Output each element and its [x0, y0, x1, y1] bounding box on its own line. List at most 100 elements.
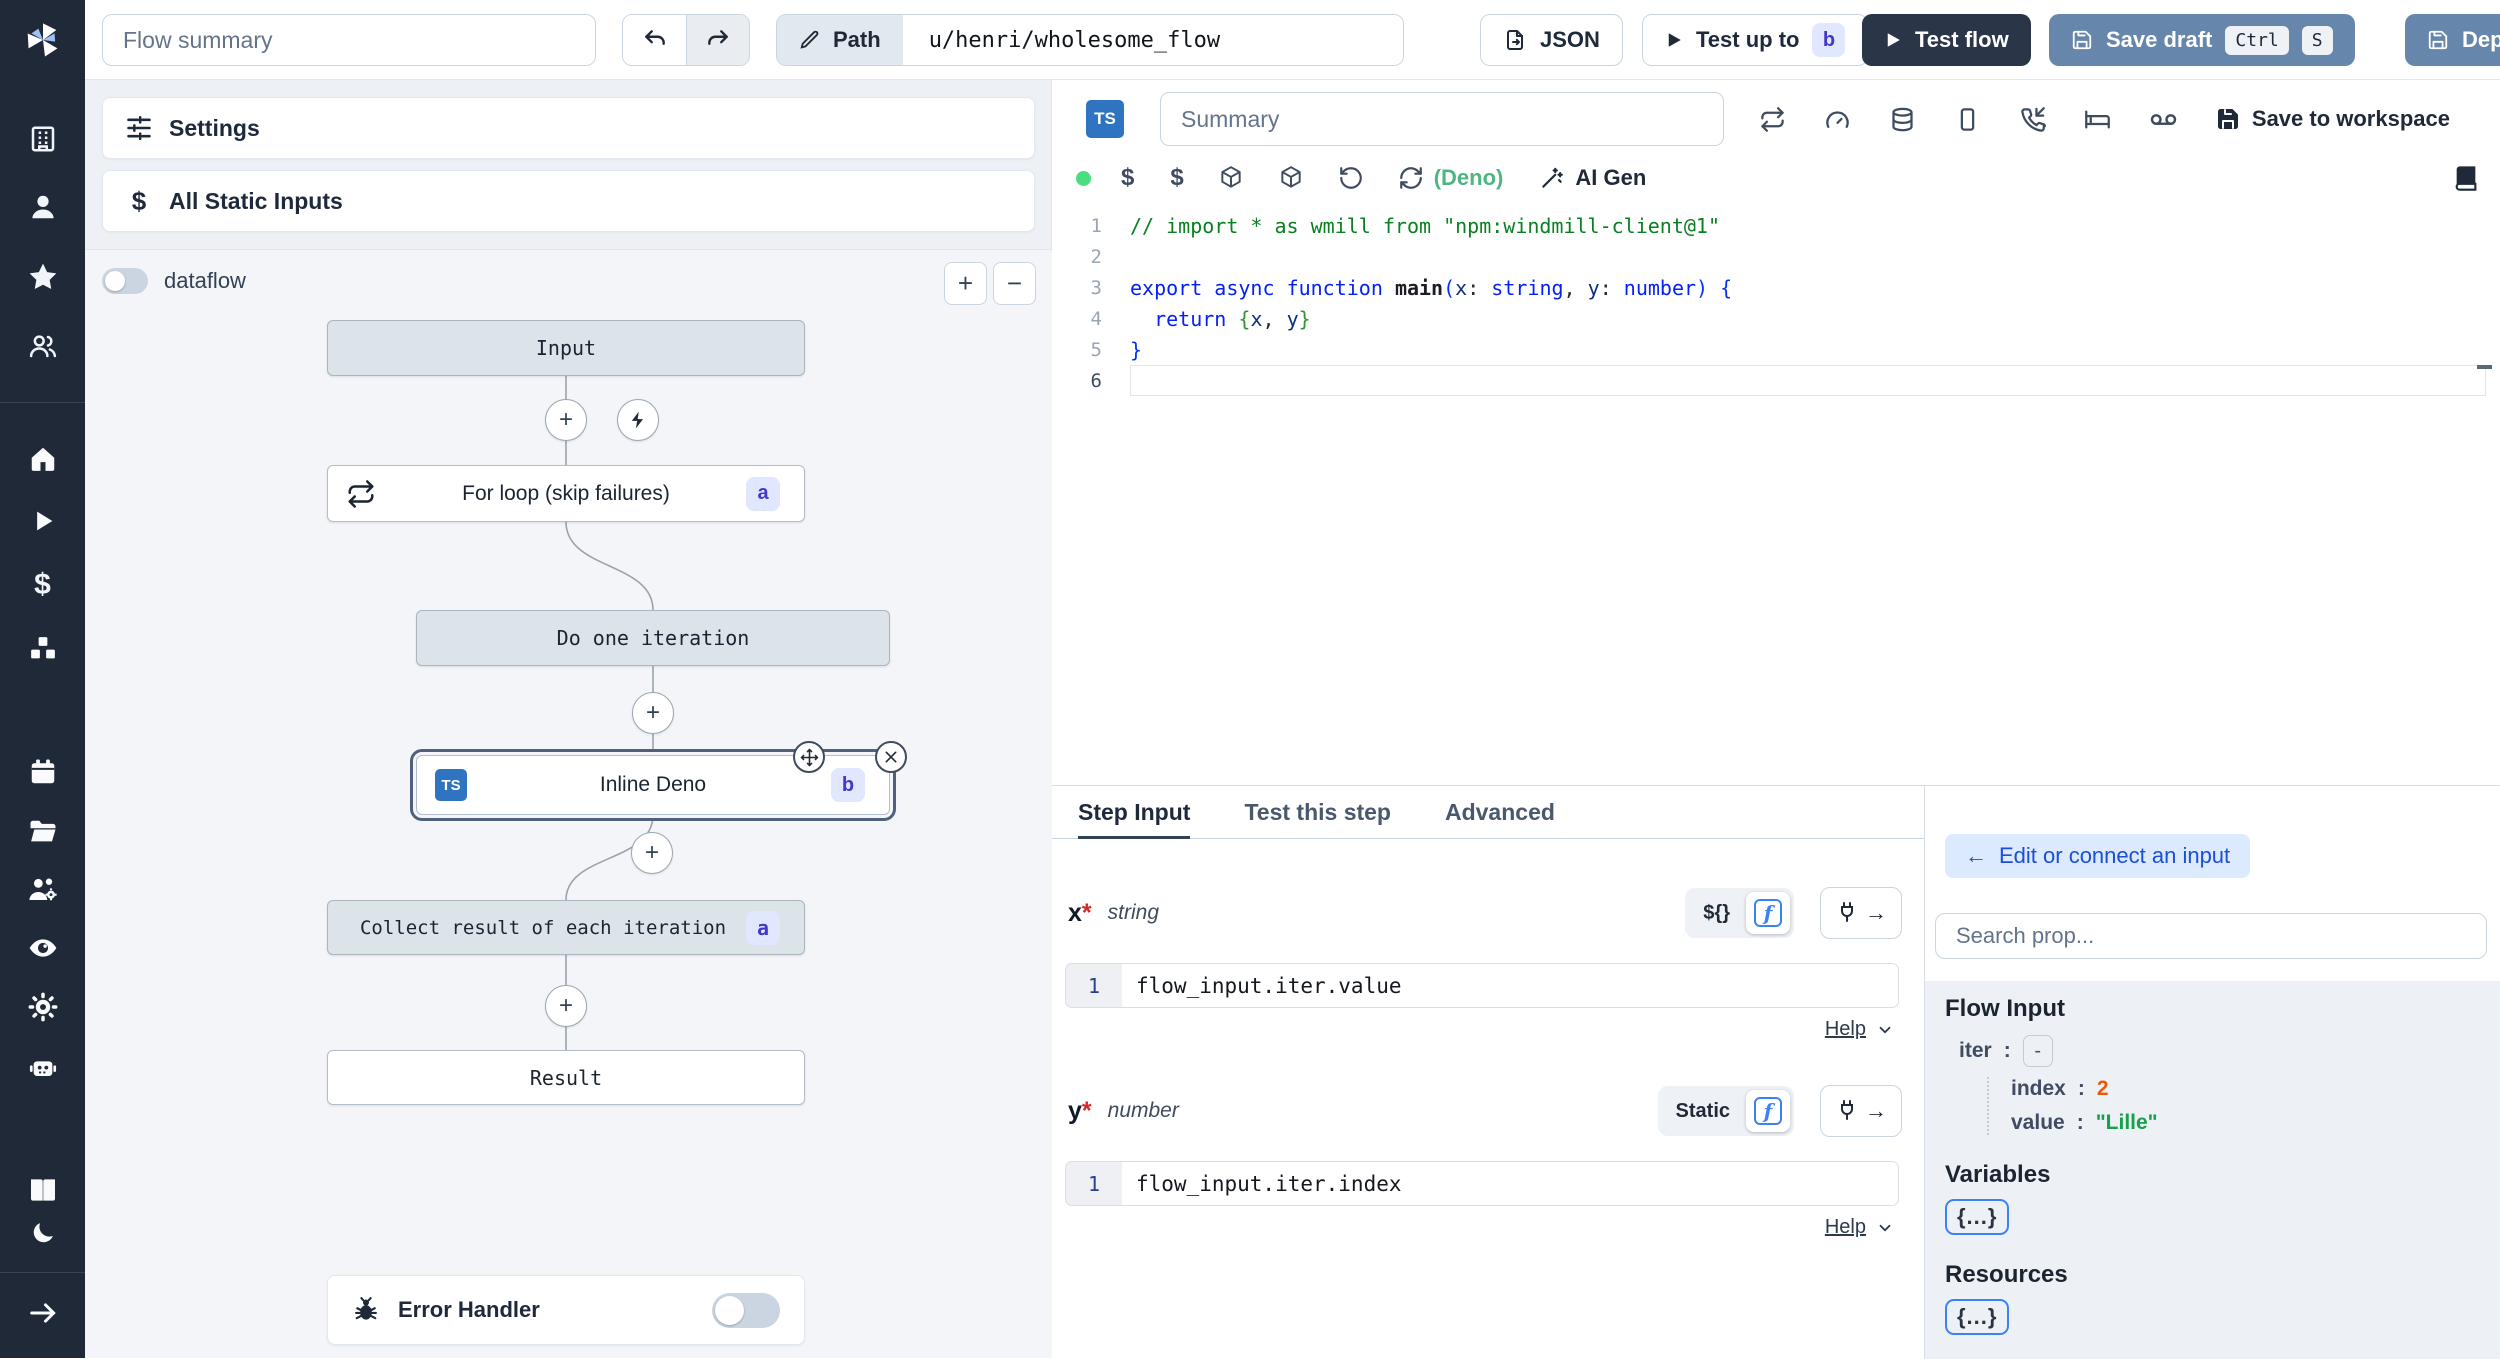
add-step-button[interactable]: +: [631, 832, 673, 874]
flow-node-collect-result[interactable]: Collect result of each iteration a: [327, 900, 805, 955]
workspace-icon[interactable]: [0, 112, 85, 166]
collapse-iter-button[interactable]: -: [2022, 1035, 2053, 1067]
help-link[interactable]: Help: [1825, 1216, 1866, 1239]
user-icon[interactable]: [0, 180, 85, 234]
all-static-inputs-card[interactable]: $ All Static Inputs: [102, 170, 1035, 232]
resources-expand-button[interactable]: {...}: [1945, 1299, 2010, 1335]
flow-summary-input[interactable]: [102, 14, 596, 66]
code-line[interactable]: 1 // import * as wmill from "npm:windmill…: [1052, 210, 2500, 241]
search-prop-input[interactable]: [1935, 913, 2487, 959]
home-icon[interactable]: [0, 432, 85, 486]
field-y-expression-input[interactable]: 1 flow_input.iter.index: [1065, 1161, 1899, 1206]
test-up-to-button[interactable]: Test up to b: [1642, 14, 1869, 66]
edit-or-connect-input-button[interactable]: ← Edit or connect an input: [1945, 834, 2251, 878]
workers-icon[interactable]: [0, 863, 85, 917]
static-mode-option[interactable]: Static: [1662, 1100, 1744, 1123]
reload-language-icon[interactable]: [1398, 165, 1424, 191]
move-node-handle[interactable]: [793, 741, 825, 773]
flow-node-do-one-iteration[interactable]: Do one iteration: [416, 610, 890, 666]
flow-settings-card[interactable]: Settings: [102, 97, 1035, 159]
code-line[interactable]: 2: [1052, 241, 2500, 272]
help-link[interactable]: Help: [1825, 1018, 1866, 1041]
tab-advanced[interactable]: Advanced: [1445, 786, 1555, 838]
error-handler-card[interactable]: Error Handler: [327, 1275, 805, 1345]
mobile-frame-icon[interactable]: [1954, 106, 1981, 133]
favorites-star-icon[interactable]: [0, 250, 85, 304]
variables-dollar-icon[interactable]: $: [0, 558, 85, 612]
add-step-button[interactable]: +: [545, 985, 587, 1027]
zoom-out-button[interactable]: −: [993, 262, 1036, 305]
delete-node-button[interactable]: [875, 741, 907, 773]
undo-button[interactable]: [623, 15, 686, 65]
prop-row-value[interactable]: value : "Lille": [2011, 1111, 2500, 1135]
expand-sidebar-arrow-icon[interactable]: [0, 1286, 85, 1340]
ai-gen-label[interactable]: AI Gen: [1575, 165, 1646, 191]
chevron-down-icon[interactable]: [1876, 1219, 1894, 1237]
package-icon[interactable]: [1278, 165, 1304, 191]
prop-row-index[interactable]: index : 2: [2011, 1077, 2500, 1101]
flow-graph-canvas[interactable]: Input + For loop (skip failures) a Do on…: [85, 306, 1052, 1358]
code-line[interactable]: 6: [1052, 365, 2500, 396]
swap-language-icon[interactable]: [1759, 106, 1786, 133]
add-step-button[interactable]: +: [632, 692, 674, 734]
tab-test-this-step[interactable]: Test this step: [1244, 786, 1391, 838]
dark-mode-moon-icon[interactable]: [0, 1206, 85, 1260]
folders-icon[interactable]: [0, 805, 85, 859]
chevron-down-icon[interactable]: [1876, 1021, 1894, 1039]
phone-incoming-icon[interactable]: [2019, 106, 2046, 133]
variables-expand-button[interactable]: {...}: [1945, 1199, 2010, 1235]
deploy-button[interactable]: Deploy: [2405, 14, 2500, 66]
template-mode-option[interactable]: ${}: [1689, 902, 1744, 925]
groups-icon[interactable]: [0, 319, 85, 373]
path-chip[interactable]: Path u/henri/wholesome_flow: [776, 14, 1404, 66]
error-handler-toggle[interactable]: [712, 1292, 780, 1328]
performance-gauge-icon[interactable]: [1824, 106, 1851, 133]
audit-eye-icon[interactable]: [0, 921, 85, 975]
reset-rotate-icon[interactable]: [1338, 165, 1364, 191]
dataflow-toggle[interactable]: [102, 268, 148, 294]
tab-step-input[interactable]: Step Input: [1078, 786, 1191, 839]
line-number: 5: [1090, 338, 1102, 361]
add-trigger-bolt-button[interactable]: [617, 399, 659, 441]
json-button[interactable]: JSON: [1480, 14, 1623, 66]
zoom-in-button[interactable]: +: [944, 262, 987, 305]
package-icon[interactable]: [1218, 165, 1244, 191]
flow-settings-zone: Settings $ All Static Inputs: [85, 80, 1051, 250]
field-x-mode-toggle: ${} f: [1685, 888, 1794, 938]
flow-node-result[interactable]: Result: [327, 1050, 805, 1105]
library-book-icon[interactable]: [2452, 164, 2480, 192]
ai-robot-icon[interactable]: [0, 1041, 85, 1095]
voicemail-icon[interactable]: [2149, 105, 2178, 134]
variables-dollar-icon[interactable]: $: [1170, 164, 1183, 192]
assets-dollar-icon[interactable]: $: [1121, 164, 1134, 192]
prop-row-iter[interactable]: iter : -: [1959, 1035, 2500, 1067]
ai-wand-icon[interactable]: [1539, 165, 1565, 191]
field-x-connect-button[interactable]: →: [1820, 887, 1902, 939]
save-draft-button[interactable]: Save draft Ctrl S: [2049, 14, 2355, 66]
redo-button[interactable]: [686, 15, 749, 65]
cache-database-icon[interactable]: [1889, 106, 1916, 133]
add-step-button[interactable]: +: [545, 399, 587, 441]
code-line[interactable]: 5}: [1052, 334, 2500, 365]
code-editor-body[interactable]: 1 // import * as wmill from "npm:windmill…: [1052, 210, 2500, 396]
field-x-expression-input[interactable]: 1 flow_input.iter.value: [1065, 963, 1899, 1008]
javascript-mode-option[interactable]: f: [1746, 1090, 1790, 1132]
resources-boxes-icon[interactable]: [0, 622, 85, 676]
save-to-workspace-button[interactable]: Save to workspace: [2216, 106, 2450, 132]
step-summary-input[interactable]: [1160, 92, 1724, 146]
field-y-connect-button[interactable]: →: [1820, 1085, 1902, 1137]
code-line[interactable]: 4 return {x, y}: [1052, 303, 2500, 334]
windmill-logo[interactable]: [0, 13, 85, 67]
javascript-mode-option[interactable]: f: [1746, 892, 1790, 934]
runs-play-icon[interactable]: [0, 494, 85, 548]
flow-node-forloop[interactable]: For loop (skip failures) a: [327, 465, 805, 522]
code-line[interactable]: 3 export async function main(x: string, y…: [1052, 272, 2500, 303]
settings-gear-icon[interactable]: [0, 980, 85, 1034]
schedules-calendar-icon[interactable]: [0, 745, 85, 799]
bed-suspend-icon[interactable]: [2084, 106, 2111, 133]
test-flow-button[interactable]: Test flow: [1862, 14, 2031, 66]
flow-node-input[interactable]: Input: [327, 320, 805, 376]
arrow-left-icon: ←: [1965, 843, 1987, 868]
scrollbar-marker[interactable]: [2477, 365, 2492, 369]
save-icon: [2072, 30, 2092, 50]
